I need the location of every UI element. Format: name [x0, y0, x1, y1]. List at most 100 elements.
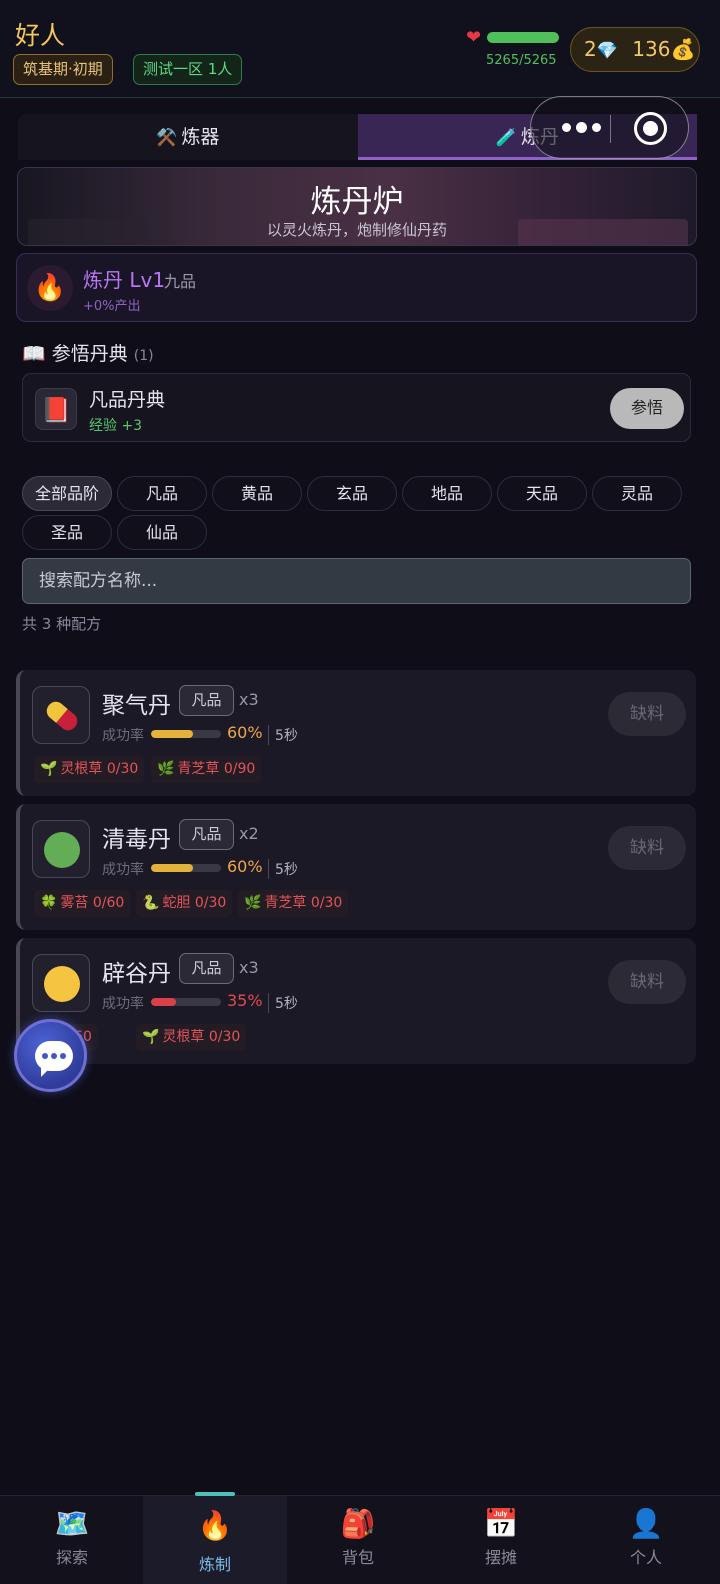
gem-icon: 💎	[596, 41, 618, 61]
craft-time: 5秒	[268, 993, 298, 1013]
filter-saint[interactable]: 圣品	[22, 515, 112, 550]
close-target-icon[interactable]	[634, 112, 667, 145]
nav-label: 个人	[629, 1548, 662, 1567]
top-header: 好人 筑基期·初期 测试一区 1人 ❤ 5265/5265 2💎 136💰	[0, 0, 720, 98]
recipe-name: 辟谷丹	[102, 961, 171, 987]
filter-spirit[interactable]: 灵品	[592, 476, 682, 511]
recipe-card[interactable]: 聚气丹 凡品 x3 成功率 60% 5秒 缺料 🌱 灵根草 0/30 🌿 青芝草 0…	[16, 670, 696, 796]
filter-yellow[interactable]: 黄品	[212, 476, 302, 511]
filter-mystic[interactable]: 玄品	[307, 476, 397, 511]
recipe-grade-badge: 凡品	[179, 953, 234, 984]
skill-name: 炼丹 Lv1	[83, 268, 166, 292]
filter-heaven[interactable]: 天品	[497, 476, 587, 511]
player-name[interactable]: 好人	[15, 16, 65, 52]
hp-bar	[487, 32, 559, 43]
banner-subtitle: 以灵火炼丹，炮制修仙丹药	[266, 221, 447, 239]
filter-immortal[interactable]: 仙品	[117, 515, 207, 550]
material-text: 灵根草 0/30	[60, 761, 139, 777]
nav-label: 炼制	[198, 1555, 231, 1574]
material-chip: 🌱 灵根草 0/30	[34, 756, 145, 783]
skill-grade: 九品	[164, 272, 197, 291]
tab-forging[interactable]: ⚒️ 炼器	[18, 114, 358, 160]
pill-icon	[32, 686, 90, 744]
filter-all-grades[interactable]: 全部品阶	[22, 476, 112, 511]
currency-pill[interactable]: 2💎 136💰	[570, 27, 700, 72]
nav-crafting[interactable]: 🔥 炼制	[143, 1492, 287, 1584]
recipe-card[interactable]: 清毒丹 凡品 x2 成功率 60% 5秒 缺料 🍀 雾苔 0/60 🐍 蛇胆 0/3…	[16, 804, 696, 930]
recipe-card[interactable]: 辟谷丹 凡品 x3 成功率 35% 5秒 缺料 🌾0/60 🌱灵根草 0/30	[16, 938, 696, 1064]
scripture-section-title: 📖 参悟丹典 (1)	[22, 339, 154, 366]
nav-profile[interactable]: 👤 个人	[572, 1496, 720, 1584]
nav-backpack[interactable]: 🎒 背包	[286, 1496, 430, 1584]
seedling-icon: 🌱	[40, 761, 58, 777]
server-badge: 测试一区 1人	[133, 54, 243, 85]
material-chip: 🍀 雾苔 0/60	[34, 890, 131, 917]
green-pellet-icon	[32, 820, 90, 878]
recipe-quantity: x3	[239, 690, 259, 709]
test-tube-icon: 🧪	[495, 128, 517, 148]
recipe-quantity: x3	[239, 958, 259, 977]
material-text: 蛇胆 0/30	[162, 895, 227, 911]
nav-label: 摆摊	[484, 1548, 517, 1567]
open-book-icon: 📖	[22, 343, 46, 365]
material-text: 青芝草 0/30	[264, 895, 343, 911]
craft-time: 5秒	[268, 725, 298, 745]
nav-label: 背包	[341, 1548, 374, 1567]
map-icon: 🗺️	[54, 1507, 90, 1540]
banner-title: 炼丹炉	[310, 184, 404, 220]
person-icon: 👤	[628, 1507, 664, 1540]
tab-label: 炼器	[181, 126, 220, 148]
scripture-card: 📕 凡品丹典 经验 +3 参悟	[22, 373, 691, 442]
heart-icon: ❤	[466, 27, 482, 48]
nav-label: 探索	[55, 1548, 88, 1567]
success-rate-bar	[151, 730, 221, 738]
money-bag-icon: 💰	[670, 37, 696, 61]
material-chip: 🐍 蛇胆 0/30	[136, 890, 233, 917]
success-rate-fill	[151, 864, 193, 872]
missing-materials-button[interactable]: 缺料	[608, 960, 686, 1004]
recipe-search-input[interactable]	[22, 558, 691, 604]
red-book-icon: 📕	[35, 388, 77, 430]
material-text: 灵根草 0/30	[162, 1029, 241, 1045]
realm-badge: 筑基期·初期	[13, 54, 113, 85]
recipe-grade-badge: 凡品	[179, 685, 234, 716]
miniprogram-capsule	[530, 96, 689, 159]
success-rate-value: 60%	[227, 723, 263, 742]
missing-materials-button[interactable]: 缺料	[608, 826, 686, 870]
alchemy-skill-card: 🔥 炼丹 Lv1 九品 +0%产出	[16, 253, 697, 322]
material-chip: 🌿 青芝草 0/30	[238, 890, 349, 917]
furnace-banner: 炼丹炉 以灵火炼丹，炮制修仙丹药	[17, 167, 697, 246]
scripture-count: (1)	[133, 348, 154, 364]
missing-materials-button[interactable]: 缺料	[608, 692, 686, 736]
chat-float-button[interactable]	[14, 1019, 87, 1092]
scripture-exp: 经验 +3	[89, 418, 143, 434]
seedling-icon: 🌱	[142, 1029, 160, 1045]
material-chip: 🌿 青芝草 0/90	[151, 756, 262, 783]
recipe-grade-badge: 凡品	[179, 819, 234, 850]
success-rate-fill	[151, 730, 193, 738]
hp-text: 5265/5265	[486, 53, 557, 68]
calendar-icon: 📅	[483, 1507, 519, 1540]
nav-stall[interactable]: 📅 摆摊	[429, 1496, 573, 1584]
fire-icon: 🔥	[197, 1509, 233, 1542]
gem-count: 2	[584, 37, 597, 61]
capsule-divider	[610, 115, 611, 143]
chat-bubble-icon	[35, 1041, 73, 1077]
hp-bar-fill	[487, 32, 559, 43]
nav-explore[interactable]: 🗺️ 探索	[0, 1496, 144, 1584]
herb-icon: 🌿	[244, 895, 262, 911]
fire-icon: 🔥	[27, 265, 73, 311]
material-chip: 🌱 灵根草 0/30	[136, 1024, 247, 1051]
filter-mortal[interactable]: 凡品	[117, 476, 207, 511]
success-rate-bar	[151, 864, 221, 872]
comprehend-button[interactable]: 参悟	[610, 388, 684, 429]
material-text: 青芝草 0/90	[177, 761, 256, 777]
success-rate-value: 60%	[227, 857, 263, 876]
success-rate-label: 成功率	[102, 996, 144, 1012]
filter-earth[interactable]: 地品	[402, 476, 492, 511]
success-rate-label: 成功率	[102, 728, 144, 744]
more-menu-icon[interactable]	[551, 97, 611, 158]
clover-icon: 🍀	[40, 895, 58, 911]
hammer-pick-icon: ⚒️	[156, 128, 178, 148]
material-text: 雾苔 0/60	[60, 895, 125, 911]
